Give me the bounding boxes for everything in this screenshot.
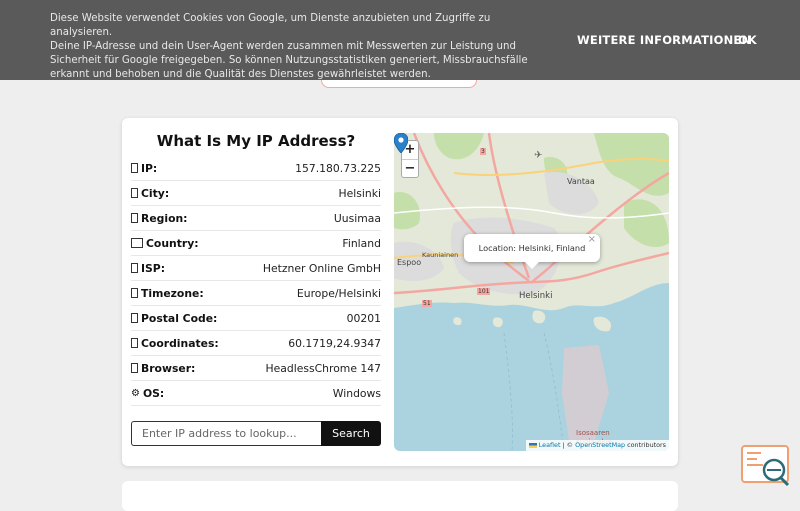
info-row-country: Country: Finland xyxy=(131,231,381,256)
info-row-postal-code: Postal Code: 00201 xyxy=(131,306,381,331)
row-label: Timezone: xyxy=(141,286,204,300)
browser-icon xyxy=(131,363,138,373)
svg-text:✈: ✈ xyxy=(534,150,542,161)
ip-info-list: IP: 157.180.73.225 City: Helsinki Region… xyxy=(131,156,381,406)
info-row-city: City: Helsinki xyxy=(131,181,381,206)
row-value: 157.180.73.225 xyxy=(295,161,381,175)
map-label-isosaaren: Isosaaren xyxy=(576,429,610,437)
row-value: Finland xyxy=(342,236,381,250)
road-shield-3: 3 xyxy=(480,148,486,155)
road-shield-51: 51 xyxy=(422,300,432,307)
info-row-region: Region: Uusimaa xyxy=(131,206,381,231)
leaflet-link[interactable]: Leaflet xyxy=(539,441,561,449)
region-icon xyxy=(131,213,138,223)
map-label-vantaa: Vantaa xyxy=(567,177,595,186)
row-value: Windows xyxy=(332,386,381,400)
info-row-os: ⚙ OS: Windows xyxy=(131,381,381,406)
map-label-helsinki: Helsinki xyxy=(519,291,553,301)
cookie-text-line: erkannt und behoben und die Qualität des… xyxy=(50,69,431,80)
osm-link[interactable]: OpenStreetMap xyxy=(575,441,625,449)
row-label: OS: xyxy=(142,386,165,400)
row-label: Region: xyxy=(141,211,188,225)
row-label: IP: xyxy=(141,161,158,175)
row-value: Helsinki xyxy=(338,186,381,200)
location-popup: Location: Helsinki, Finland × xyxy=(464,234,600,269)
row-label: Postal Code: xyxy=(141,311,218,325)
more-info-button[interactable]: WEITERE INFORMATIONEN xyxy=(577,33,751,47)
page-title: What Is My IP Address? xyxy=(156,132,356,150)
ip-icon xyxy=(131,163,138,173)
info-row-coordinates: Coordinates: 60.1719,24.9347 xyxy=(131,331,381,356)
row-value: HeadlessChrome 147 xyxy=(265,361,381,375)
clock-icon xyxy=(131,288,138,298)
search-widget-icon[interactable] xyxy=(741,445,791,487)
isp-icon xyxy=(131,263,138,273)
pin-icon xyxy=(131,338,138,348)
flag-icon xyxy=(131,238,143,248)
row-value: 00201 xyxy=(346,311,381,325)
ip-lookup-form: Search xyxy=(131,421,381,446)
row-value: Hetzner Online GmbH xyxy=(262,261,381,275)
flag-icon xyxy=(528,442,537,448)
map-label-espoo: Espoo xyxy=(397,258,422,267)
row-value: 60.1719,24.9347 xyxy=(288,336,381,350)
location-map[interactable]: ✈ Vantaa Espoo Kauniainen Helsinki Isosa… xyxy=(394,133,669,451)
ip-info-card: What Is My IP Address? IP: 157.180.73.22… xyxy=(122,118,678,466)
row-label: Coordinates: xyxy=(141,336,219,350)
info-row-timezone: Timezone: Europe/Helsinki xyxy=(131,281,381,306)
ip-lookup-input[interactable] xyxy=(131,421,321,446)
attribution-suffix: contributors xyxy=(625,441,666,449)
ip-info-panel: What Is My IP Address? IP: 157.180.73.22… xyxy=(131,130,381,406)
cookie-text-line: Deine IP-Adresse und dein User-Agent wer… xyxy=(50,41,516,52)
row-label: ISP: xyxy=(141,261,166,275)
info-row-ip: IP: 157.180.73.225 xyxy=(131,156,381,181)
cookie-text-line: Sicherheit für Google freigegeben. So kö… xyxy=(50,55,528,66)
gear-icon: ⚙ xyxy=(131,387,140,399)
search-button[interactable]: Search xyxy=(321,421,381,446)
road-shield-101: 101 xyxy=(477,288,491,295)
postal-icon xyxy=(131,313,138,323)
row-value: Uusimaa xyxy=(333,211,381,225)
city-icon xyxy=(131,188,138,198)
map-marker-icon[interactable] xyxy=(394,133,408,153)
cookie-text-line: Diese Website verwendet Cookies von Goog… xyxy=(50,13,491,38)
popup-text: Location: Helsinki, Finland xyxy=(478,243,586,253)
cookie-banner: Diese Website verwendet Cookies von Goog… xyxy=(0,0,800,80)
attribution-separator: | © xyxy=(560,441,576,449)
info-row-isp: ISP: Hetzner Online GmbH xyxy=(131,256,381,281)
map-attribution: Leaflet | © OpenStreetMap contributors xyxy=(525,440,669,451)
row-label: City: xyxy=(141,186,170,200)
row-label: Browser: xyxy=(141,361,196,375)
zoom-out-button[interactable]: − xyxy=(402,159,418,178)
map-label-kauniainen: Kauniainen xyxy=(422,251,459,259)
row-label: Country: xyxy=(146,236,199,250)
cookie-ok-button[interactable]: OK xyxy=(738,33,757,47)
row-value: Europe/Helsinki xyxy=(296,286,381,300)
cookie-banner-text: Diese Website verwendet Cookies von Goog… xyxy=(50,12,550,82)
next-section-card xyxy=(122,481,678,511)
info-row-browser: Browser: HeadlessChrome 147 xyxy=(131,356,381,381)
popup-close-button[interactable]: × xyxy=(588,226,596,254)
